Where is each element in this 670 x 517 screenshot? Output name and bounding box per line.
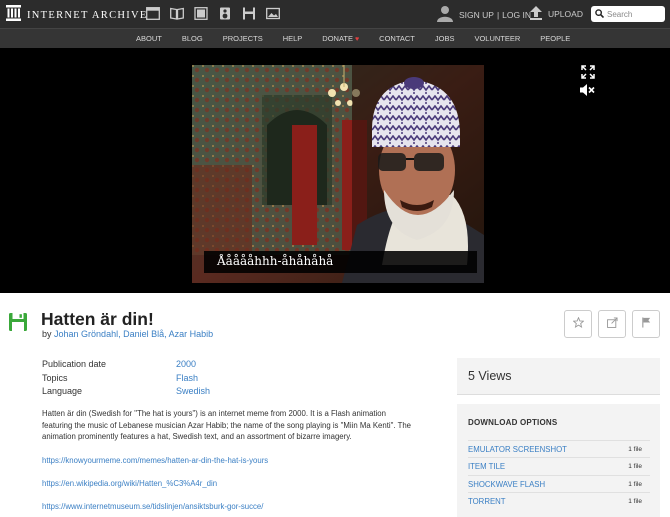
nav-item-help[interactable]: HELP bbox=[283, 34, 303, 43]
file-count: 1 file bbox=[628, 446, 642, 453]
favorite-button[interactable] bbox=[564, 310, 592, 338]
file-count: 1 file bbox=[628, 463, 642, 470]
top-bar: INTERNET ARCHIVE SIGN UP | LOG IN UPLOAD… bbox=[0, 0, 670, 28]
download-link[interactable]: TORRENT bbox=[468, 497, 506, 506]
user-avatar-icon bbox=[437, 5, 453, 24]
nav-item-contact[interactable]: CONTACT bbox=[379, 34, 415, 43]
nav-item-blog[interactable]: BLOG bbox=[182, 34, 203, 43]
upload-label: UPLOAD bbox=[548, 9, 583, 19]
item-title: Hatten är din! bbox=[41, 309, 154, 329]
fullscreen-icon[interactable] bbox=[581, 65, 595, 84]
search-input[interactable]: Search bbox=[591, 6, 665, 22]
metadata-key: Topics bbox=[42, 372, 68, 383]
video-frame[interactable]: Åååååhhh-åhåhåhå bbox=[192, 65, 484, 283]
download-link[interactable]: ITEM TILE bbox=[468, 462, 505, 471]
download-link[interactable]: SHOCKWAVE FLASH bbox=[468, 480, 545, 489]
software-item-icon bbox=[9, 313, 27, 331]
metadata-value-link[interactable]: Flash bbox=[176, 373, 198, 383]
download-row: ITEM TILE 1 file bbox=[468, 457, 650, 474]
views-count: 5 Views bbox=[468, 369, 512, 383]
logo-text: INTERNET ARCHIVE bbox=[27, 10, 148, 21]
images-icon[interactable] bbox=[266, 7, 280, 20]
item-actions bbox=[564, 310, 666, 338]
external-link[interactable]: https://en.wikipedia.org/wiki/Hatten_%C3… bbox=[42, 479, 217, 488]
external-link[interactable]: https://knowyourmeme.com/memes/hatten-ar… bbox=[42, 456, 268, 465]
author-links[interactable]: Johan Gröndahl, Daniel Blå, Azar Habib bbox=[54, 329, 213, 339]
metadata-value-link[interactable]: 2000 bbox=[176, 359, 196, 369]
download-options: DOWNLOAD OPTIONS EMULATOR SCREENSHOT 1 f… bbox=[457, 404, 660, 517]
download-link[interactable]: EMULATOR SCREENSHOT bbox=[468, 445, 567, 454]
metadata-row: Language Swedish bbox=[42, 386, 242, 400]
flag-button[interactable] bbox=[632, 310, 660, 338]
nav-item-donate[interactable]: DONATE ♥ bbox=[322, 34, 359, 43]
download-row: TORRENT 1 file bbox=[468, 492, 650, 509]
metadata-row: Topics Flash bbox=[42, 373, 242, 387]
metadata-row: Publication date 2000 bbox=[42, 359, 242, 373]
search-placeholder: Search bbox=[607, 9, 633, 19]
flag-icon bbox=[641, 315, 652, 333]
file-count: 1 file bbox=[628, 498, 642, 505]
download-row: EMULATOR SCREENSHOT 1 file bbox=[468, 440, 650, 457]
star-icon bbox=[572, 315, 584, 333]
caption-box: Åååååhhh-åhåhåhå bbox=[204, 251, 477, 273]
file-count: 1 file bbox=[628, 481, 642, 488]
heart-icon: ♥ bbox=[355, 36, 360, 43]
nav-item-people[interactable]: PEOPLE bbox=[540, 34, 570, 43]
search-icon bbox=[595, 5, 605, 23]
download-row: SHOCKWAVE FLASH 1 file bbox=[468, 475, 650, 492]
upload-button[interactable]: UPLOAD bbox=[530, 6, 583, 22]
views-counter: 5 Views bbox=[457, 358, 660, 395]
audio-icon[interactable] bbox=[218, 7, 232, 20]
metadata-key: Language bbox=[42, 386, 83, 396]
main-nav: ABOUT BLOG PROJECTS HELP DONATE ♥ CONTACT… bbox=[0, 28, 670, 48]
byline-prefix: by bbox=[42, 329, 52, 339]
nav-item-donate-label: DONATE bbox=[322, 34, 353, 43]
metadata-table: Publication date 2000 Topics Flash Langu… bbox=[42, 359, 242, 400]
item-description: Hatten är din (Swedish for "The hat is y… bbox=[42, 409, 412, 441]
user-links: SIGN UP | LOG IN bbox=[437, 5, 531, 24]
video-icon[interactable] bbox=[194, 7, 208, 20]
share-button[interactable] bbox=[598, 310, 626, 338]
metadata-key: Publication date bbox=[42, 359, 107, 369]
metadata-value-link[interactable]: Swedish bbox=[176, 386, 210, 396]
mute-icon[interactable] bbox=[580, 83, 595, 102]
sign-up-link[interactable]: SIGN UP bbox=[459, 10, 494, 20]
software-icon[interactable] bbox=[242, 7, 256, 20]
upload-icon bbox=[530, 6, 542, 22]
nav-item-volunteer[interactable]: VOLUNTEER bbox=[474, 34, 520, 43]
media-type-icons bbox=[146, 7, 290, 20]
nav-item-jobs[interactable]: JOBS bbox=[435, 34, 455, 43]
byline: by Johan Gröndahl, Daniel Blå, Azar Habi… bbox=[42, 329, 213, 339]
texts-icon[interactable] bbox=[170, 7, 184, 20]
logo[interactable]: INTERNET ARCHIVE bbox=[6, 5, 148, 26]
media-player[interactable]: Åååååhhh-åhåhåhå bbox=[0, 48, 670, 293]
archive-building-icon bbox=[6, 5, 21, 26]
share-icon bbox=[606, 315, 618, 333]
download-options-title: DOWNLOAD OPTIONS bbox=[468, 418, 558, 427]
video-caption: Åååååhhh-åhåhåhå bbox=[217, 254, 334, 268]
user-links-separator: | bbox=[496, 9, 500, 20]
nav-item-about[interactable]: ABOUT bbox=[136, 34, 162, 43]
nav-item-projects[interactable]: PROJECTS bbox=[223, 34, 263, 43]
web-icon[interactable] bbox=[146, 7, 160, 20]
external-link[interactable]: https://www.internetmuseum.se/tidslinjen… bbox=[42, 502, 263, 511]
log-in-link[interactable]: LOG IN bbox=[502, 10, 531, 20]
